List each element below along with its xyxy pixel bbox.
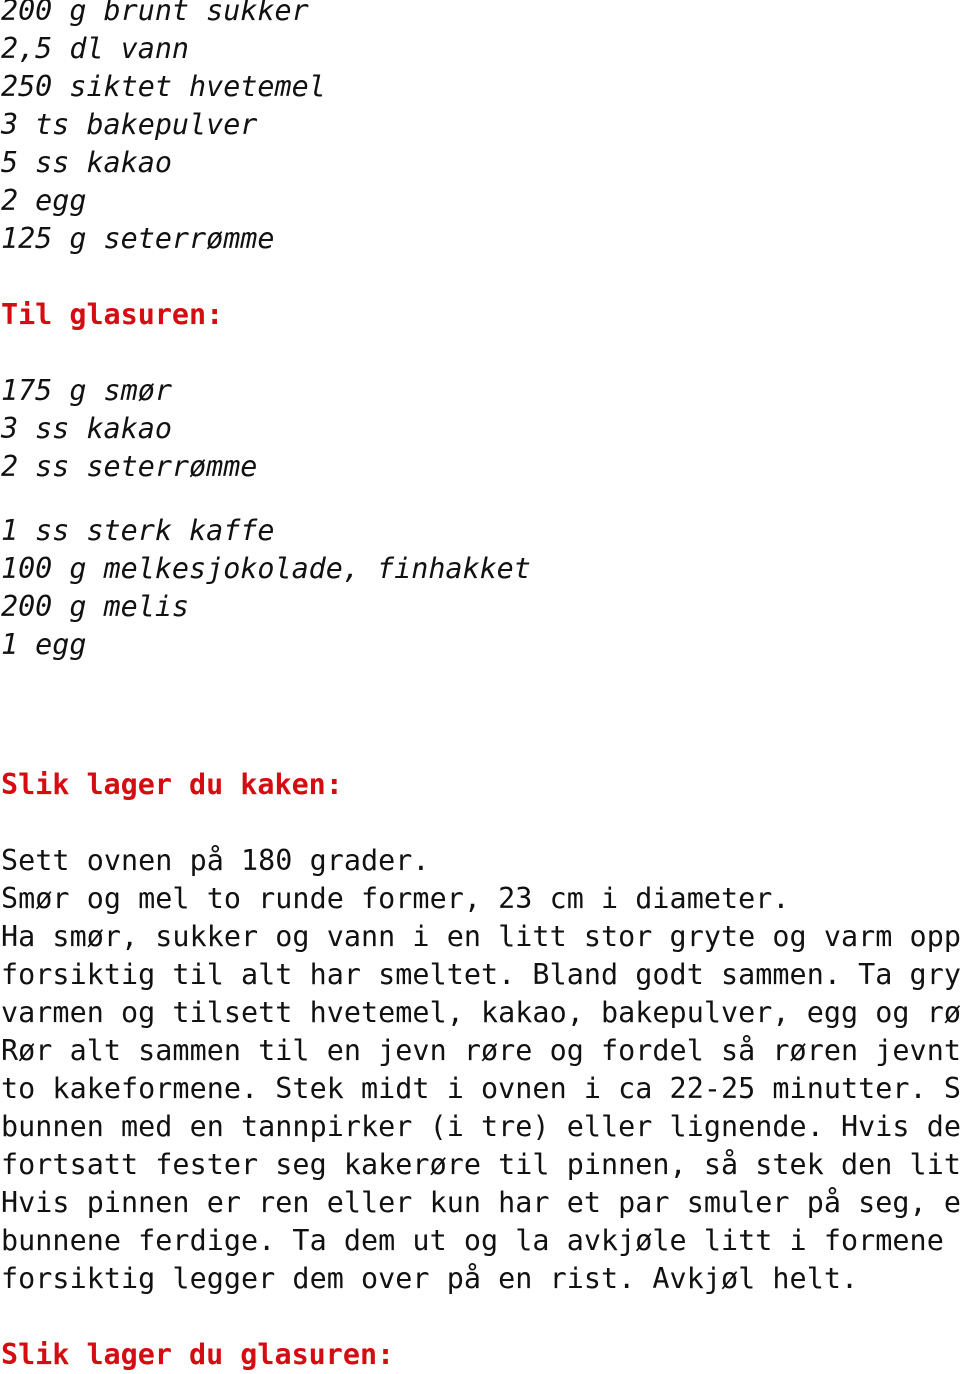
- cake-method-text: Sett ovnen på 180 grader. Smør og mel to…: [1, 842, 960, 1298]
- method-line: Hvis pinnen er ren eller kun har et par …: [1, 1186, 960, 1219]
- ingredient-item: 200 g melis: [1, 590, 190, 623]
- method-line: forsiktig til alt har smeltet. Bland god…: [1, 958, 960, 991]
- method-line: fortsatt fester seg kakerøre til pinnen,…: [1, 1148, 960, 1181]
- ingredient-item: 1 ss sterk kaffe: [1, 514, 275, 547]
- method-line: Smør og mel to runde former, 23 cm i dia…: [1, 882, 790, 915]
- method-line: to kakeformene. Stek midt i ovnen i ca 2…: [1, 1072, 960, 1105]
- ingredient-item: 200 g brunt sukker: [1, 0, 309, 27]
- ingredient-item: 2,5 dl vann: [1, 32, 190, 65]
- ingredient-item: 2 ss seterrømme: [1, 450, 258, 483]
- ingredient-item: 2 egg: [1, 184, 87, 217]
- ingredient-item: 175 g smør: [1, 374, 172, 407]
- method-line: bunnen med en tannpirker (i tre) eller l…: [1, 1110, 960, 1143]
- glaze-ingredients-heading: Til glasuren:: [1, 298, 224, 331]
- ingredient-item: 100 g melkesjokolade, finhakket: [1, 552, 531, 585]
- glaze-ingredient-list-a: 175 g smør 3 ss kakao 2 ss seterrømme: [1, 372, 960, 486]
- ingredient-item: 250 siktet hvetemel: [1, 70, 326, 103]
- cake-ingredient-list: 200 g brunt sukker 2,5 dl vann 250 sikte…: [1, 0, 960, 258]
- ingredient-item: 5 ss kakao: [1, 146, 172, 179]
- recipe-document: 200 g brunt sukker 2,5 dl vann 250 sikte…: [1, 0, 960, 1374]
- cake-method-heading: Slik lager du kaken:: [1, 768, 343, 801]
- method-line: Sett ovnen på 180 grader.: [1, 844, 430, 877]
- ingredient-item: 3 ts bakepulver: [1, 108, 258, 141]
- method-line: varmen og tilsett hvetemel, kakao, bakep…: [1, 996, 960, 1029]
- method-line: forsiktig legger dem over på en rist. Av…: [1, 1262, 859, 1295]
- ingredient-item: 3 ss kakao: [1, 412, 172, 445]
- ingredient-item: 1 egg: [1, 628, 87, 661]
- method-line: bunnene ferdige. Ta dem ut og la avkjøle…: [1, 1224, 960, 1257]
- glaze-ingredient-list-b: 1 ss sterk kaffe 100 g melkesjokolade, f…: [1, 512, 960, 664]
- method-line: Ha smør, sukker og vann i en litt stor g…: [1, 920, 960, 953]
- method-line: Rør alt sammen til en jevn røre og forde…: [1, 1034, 960, 1067]
- glaze-method-heading: Slik lager du glasuren:: [1, 1338, 395, 1371]
- ingredient-item: 125 g seterrømme: [1, 222, 275, 255]
